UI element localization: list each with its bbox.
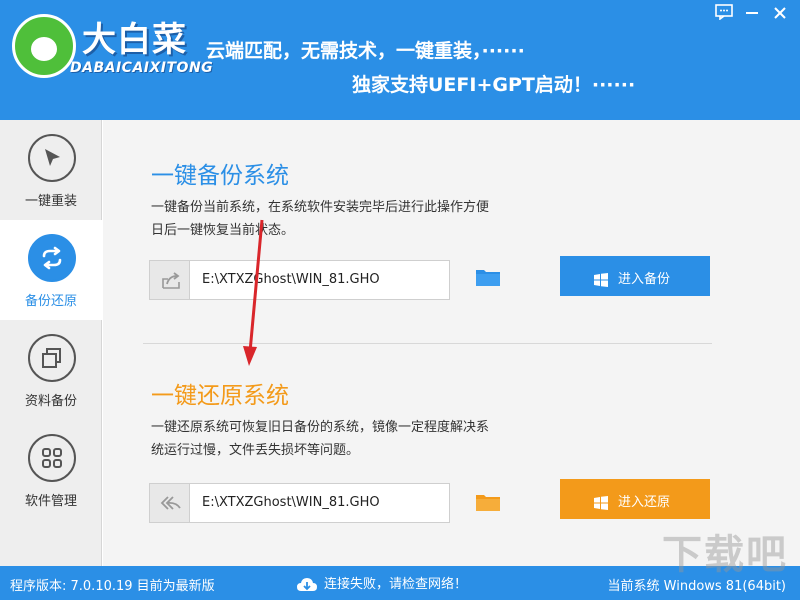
app-header: 大白菜 DABAICAIXITONG 云端匹配，无需技术，一键重装，······… [0,0,800,120]
annotation-arrow [243,219,264,366]
logo-title: 大白菜 [82,20,187,60]
cloud-download-icon [297,577,317,591]
slogan-line-1: 云端匹配，无需技术，一键重装，······ [206,40,525,62]
copy-icon [28,334,76,382]
sync-icon [28,234,76,282]
watermark-logo: 下载吧 [662,532,788,578]
version-text: 程序版本: 7.0.10.19 目前为最新版 [10,579,215,594]
feedback-icon[interactable] [710,2,738,28]
sidebar-item-software-manager[interactable]: 软件管理 [0,420,102,520]
sidebar-item-label: 备份还原 [24,294,77,309]
sidebar-item-reinstall[interactable]: 一键重装 [0,120,102,220]
grid-icon [28,434,76,482]
sidebar-item-backup-restore[interactable]: 备份还原 [0,220,102,320]
network-status: 连接失败，请检查网络！ [296,573,467,594]
app-logo: 大白菜 DABAICAIXITONG [8,10,213,88]
main-panel: 一键备份系统 一键备份当前系统，在系统软件安装完毕后进行此操作方便日后一键恢复当… [103,120,800,566]
sidebar-item-label: 一键重装 [24,194,77,209]
network-status-text: 连接失败，请检查网络！ [324,577,468,592]
cursor-icon [28,134,76,182]
sidebar-nav: 一键重装 备份还原 资料备份 软件管理 [0,120,102,566]
close-icon[interactable] [766,2,794,28]
cabbage-mascot-icon [12,14,76,78]
slogan-line-2: 独家支持UEFI+GPT启动！······ [352,74,636,96]
minimize-icon[interactable] [738,2,766,28]
sidebar-item-label: 资料备份 [24,394,77,409]
sidebar-item-label: 软件管理 [24,494,77,509]
sidebar-item-data-backup[interactable]: 资料备份 [0,320,102,420]
logo-subtitle: DABAICAIXITONG [70,60,214,76]
